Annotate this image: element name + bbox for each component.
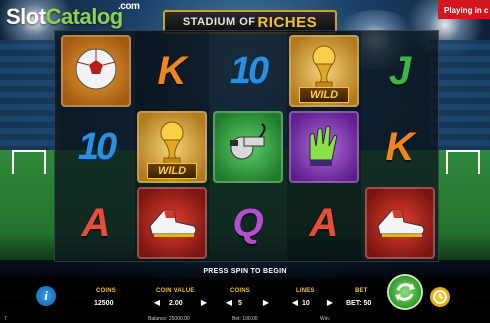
reel-3: 10 Q (211, 31, 285, 261)
symbol-a: A (309, 200, 339, 245)
coin-value-label: COIN VALUE (156, 288, 195, 294)
coin-value-increase[interactable]: ▶ (199, 298, 209, 308)
reel-symbol (289, 111, 359, 183)
watermark-suffix: .com (118, 1, 140, 12)
press-spin-message: PRESS SPIN TO BEGIN (203, 268, 287, 275)
symbol-k: K (385, 124, 415, 169)
reel-symbol: K (137, 35, 207, 107)
win-status: Win: (320, 316, 330, 322)
reel-2: K WILD (135, 31, 209, 261)
symbol-10: 10 (77, 125, 117, 168)
spin-button[interactable] (389, 276, 421, 308)
info-button[interactable]: i (36, 286, 56, 306)
reel-symbol: J (365, 35, 435, 107)
status-left: 7 (4, 316, 7, 322)
coins-label: COINS (96, 288, 117, 294)
wild-label: WILD (299, 87, 349, 103)
symbol-a: A (81, 200, 111, 245)
goal (446, 150, 480, 174)
symbol-q: Q (232, 200, 264, 245)
gloves-icon (296, 120, 352, 175)
reel-symbol: 10 (61, 111, 131, 183)
bet-status: Bet: 100.00 (232, 316, 258, 322)
coin-value-decrease[interactable]: ◀ (152, 298, 162, 308)
reel-symbol: A (61, 187, 131, 259)
reel-symbol (365, 187, 435, 259)
boot-icon (370, 196, 430, 251)
coins-increase[interactable]: ▶ (261, 298, 271, 308)
reel-symbol: 10 (213, 35, 283, 107)
whistle-icon (220, 120, 276, 175)
reel-grid: 10 A K WILD 10 Q WILD A J K (54, 30, 439, 262)
bet-label: BET (355, 288, 368, 294)
wild-label: WILD (147, 163, 197, 179)
watermark-text: Slot (6, 4, 46, 29)
reel-symbol: A (289, 187, 359, 259)
coins-decrease[interactable]: ◀ (224, 298, 234, 308)
reel-1: 10 A (59, 31, 133, 261)
reel-symbol (137, 187, 207, 259)
reel-4: WILD A (287, 31, 361, 261)
coins-per-line-label: COINS (230, 288, 251, 294)
watermark-text: Catalog (45, 4, 124, 29)
reel-symbol: Q (213, 187, 283, 259)
autoplay-button[interactable] (430, 287, 450, 307)
status-banner: Playing in c (438, 0, 490, 19)
title-part: STADIUM OF (182, 16, 256, 28)
coins-value: 12500 (94, 300, 114, 307)
reel-symbol (213, 111, 283, 183)
lines-increase[interactable]: ▶ (325, 298, 335, 308)
lines-decrease[interactable]: ◀ (290, 298, 300, 308)
bet-value: BET: 50 (346, 300, 372, 307)
lines-label: LINES (296, 288, 315, 294)
boot-icon (142, 196, 202, 251)
goal (12, 150, 46, 174)
title-part: RICHES (257, 13, 318, 31)
symbol-10: 10 (229, 49, 269, 92)
reel-5: JK (363, 31, 437, 261)
lines-value: 10 (302, 300, 310, 307)
symbol-j: J (388, 48, 412, 93)
reel-symbol: WILD (289, 35, 359, 107)
reel-symbol: WILD (137, 111, 207, 183)
watermark-logo: SlotCatalog .com (6, 1, 140, 30)
symbol-k: K (157, 48, 187, 93)
clock-icon (433, 290, 447, 304)
balance-status: Balance: 25000.00 (148, 316, 190, 322)
spin-icon (395, 283, 415, 301)
reel-symbol: K (365, 111, 435, 183)
coin-value-value: 2.00 (169, 300, 183, 307)
coins-per-line-value: 5 (238, 300, 242, 307)
football-icon (71, 44, 121, 99)
reel-symbol (61, 35, 131, 107)
